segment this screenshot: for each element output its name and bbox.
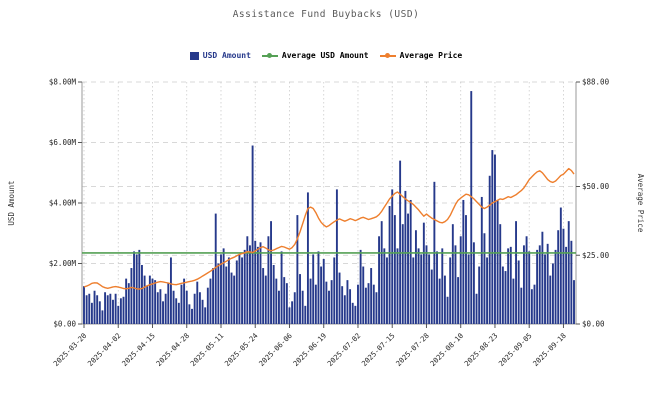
x-axis: 2025-03-202025-04-022025-04-152025-04-28… xyxy=(51,324,567,368)
y-axis-right: $88.00 $50.00 $25.00 $0.00 xyxy=(576,78,610,329)
svg-text:2025-07-28: 2025-07-28 xyxy=(394,331,431,368)
svg-text:2025-04-15: 2025-04-15 xyxy=(120,331,157,368)
svg-text:$6.00M: $6.00M xyxy=(49,138,77,147)
y-axis-left: $8.00M $6.00M $4.00M $2.00M $0.00 xyxy=(49,78,82,329)
svg-text:2025-04-28: 2025-04-28 xyxy=(154,331,191,368)
svg-text:$25.00: $25.00 xyxy=(582,251,610,260)
gridlines xyxy=(82,82,576,324)
usd-amount-bars xyxy=(83,91,575,324)
svg-text:$50.00: $50.00 xyxy=(582,182,610,191)
svg-text:2025-05-24: 2025-05-24 xyxy=(223,331,260,368)
svg-text:$2.00M: $2.00M xyxy=(49,259,77,268)
svg-text:2025-08-23: 2025-08-23 xyxy=(462,331,499,368)
svg-text:2025-07-02: 2025-07-02 xyxy=(325,331,362,368)
svg-text:2025-07-15: 2025-07-15 xyxy=(360,331,397,368)
svg-text:$8.00M: $8.00M xyxy=(49,78,77,87)
left-axis-title: USD Amount xyxy=(7,180,16,225)
svg-text:2025-06-19: 2025-06-19 xyxy=(291,331,328,368)
svg-text:2025-08-10: 2025-08-10 xyxy=(428,331,465,368)
chart-canvas: $8.00M $6.00M $4.00M $2.00M $0.00 $88.00 $50.0… xyxy=(0,0,652,403)
right-axis-title: Average Price xyxy=(636,174,645,233)
svg-text:$88.00: $88.00 xyxy=(582,78,610,87)
svg-text:2025-09-05: 2025-09-05 xyxy=(497,331,534,368)
svg-text:$4.00M: $4.00M xyxy=(49,199,77,208)
svg-text:2025-04-02: 2025-04-02 xyxy=(86,331,123,368)
svg-text:$0.00: $0.00 xyxy=(53,320,76,329)
svg-text:2025-05-11: 2025-05-11 xyxy=(188,331,225,368)
svg-text:$0.00: $0.00 xyxy=(582,320,605,329)
svg-text:2025-03-20: 2025-03-20 xyxy=(51,331,88,368)
svg-text:2025-06-06: 2025-06-06 xyxy=(257,331,294,368)
svg-text:2025-09-18: 2025-09-18 xyxy=(531,331,568,368)
